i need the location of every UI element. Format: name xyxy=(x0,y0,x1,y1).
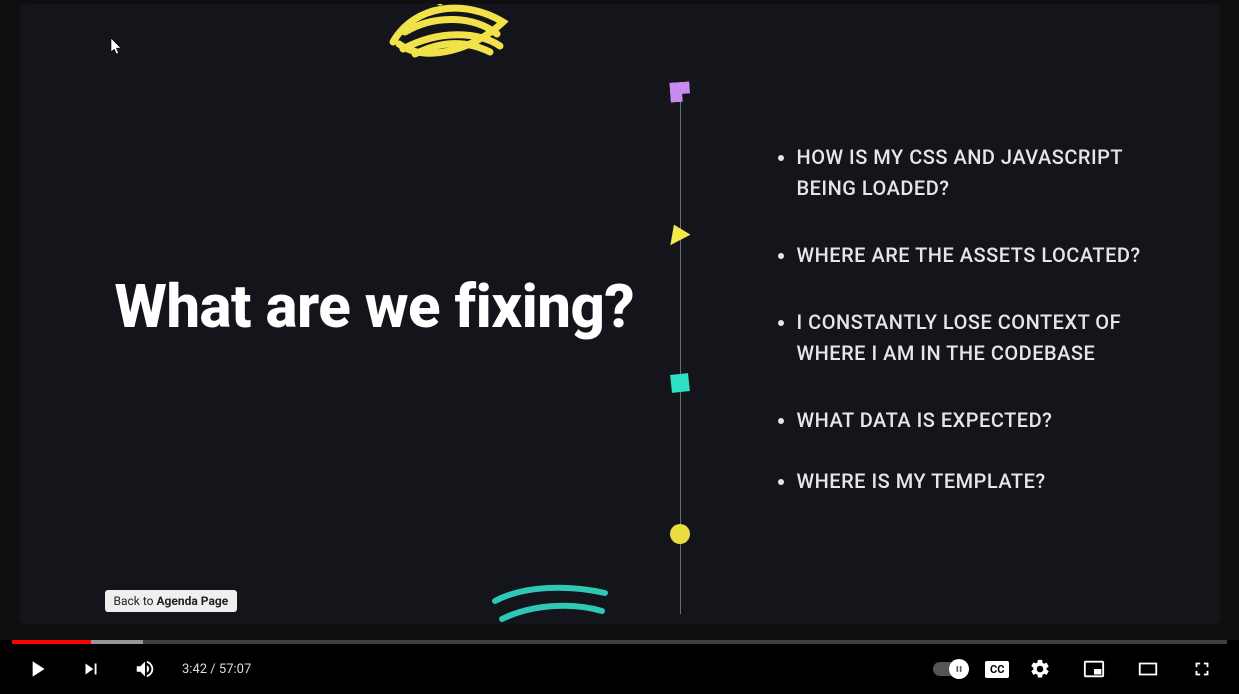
miniplayer-icon xyxy=(1083,658,1105,680)
player-controls: 3:42 / 57:07 CC xyxy=(0,644,1239,694)
mouse-cursor-icon xyxy=(110,38,124,56)
presentation-slide: What are we fixing? HOW IS MY CSS AND JA… xyxy=(20,4,1220,624)
timeline-marker-icon xyxy=(670,373,690,393)
slide-bullet: WHAT DATA IS EXPECTED? xyxy=(797,405,1175,436)
play-button[interactable] xyxy=(14,646,60,692)
autoplay-knob xyxy=(949,659,969,679)
timeline-marker-icon xyxy=(669,81,690,102)
back-to-agenda-button[interactable]: Back to Agenda Page xyxy=(105,590,238,612)
fullscreen-button[interactable] xyxy=(1179,646,1225,692)
video-viewport: What are we fixing? HOW IS MY CSS AND JA… xyxy=(0,0,1239,640)
slide-bullet: HOW IS MY CSS AND JAVASCRIPT BEING LOADE… xyxy=(797,142,1175,204)
settings-button[interactable] xyxy=(1017,646,1063,692)
slide-bullet: WHERE IS MY TEMPLATE? xyxy=(797,466,1175,497)
captions-button[interactable]: CC xyxy=(985,661,1009,678)
gear-icon xyxy=(1029,658,1051,680)
next-button[interactable] xyxy=(68,646,114,692)
timeline-marker-icon xyxy=(670,524,690,544)
slide-bullet: WHERE ARE THE ASSETS LOCATED? xyxy=(797,240,1175,271)
miniplayer-button[interactable] xyxy=(1071,646,1117,692)
next-icon xyxy=(80,658,102,680)
autoplay-toggle[interactable] xyxy=(933,662,967,676)
volume-icon xyxy=(134,658,156,680)
scribble-decoration-icon xyxy=(385,4,515,79)
back-button-prefix: Back to xyxy=(114,594,157,608)
theater-mode-button[interactable] xyxy=(1125,646,1171,692)
pause-icon xyxy=(954,664,964,674)
play-icon xyxy=(24,656,50,682)
current-time: 3:42 xyxy=(182,662,207,677)
time-separator: / xyxy=(207,662,219,677)
time-display: 3:42 / 57:07 xyxy=(182,662,251,677)
volume-button[interactable] xyxy=(122,646,168,692)
slide-bullet-list: HOW IS MY CSS AND JAVASCRIPT BEING LOADE… xyxy=(775,142,1175,533)
timeline-marker-icon xyxy=(670,225,691,249)
theater-icon xyxy=(1137,658,1159,680)
slide-bullet: I CONSTANTLY LOSE CONTEXT OF WHERE I AM … xyxy=(797,307,1175,369)
back-button-bold: Agenda Page xyxy=(156,594,228,608)
fullscreen-icon xyxy=(1191,658,1213,680)
slide-heading: What are we fixing? xyxy=(115,274,635,340)
duration: 57:07 xyxy=(219,662,251,677)
scribble-underline-icon xyxy=(490,579,610,624)
